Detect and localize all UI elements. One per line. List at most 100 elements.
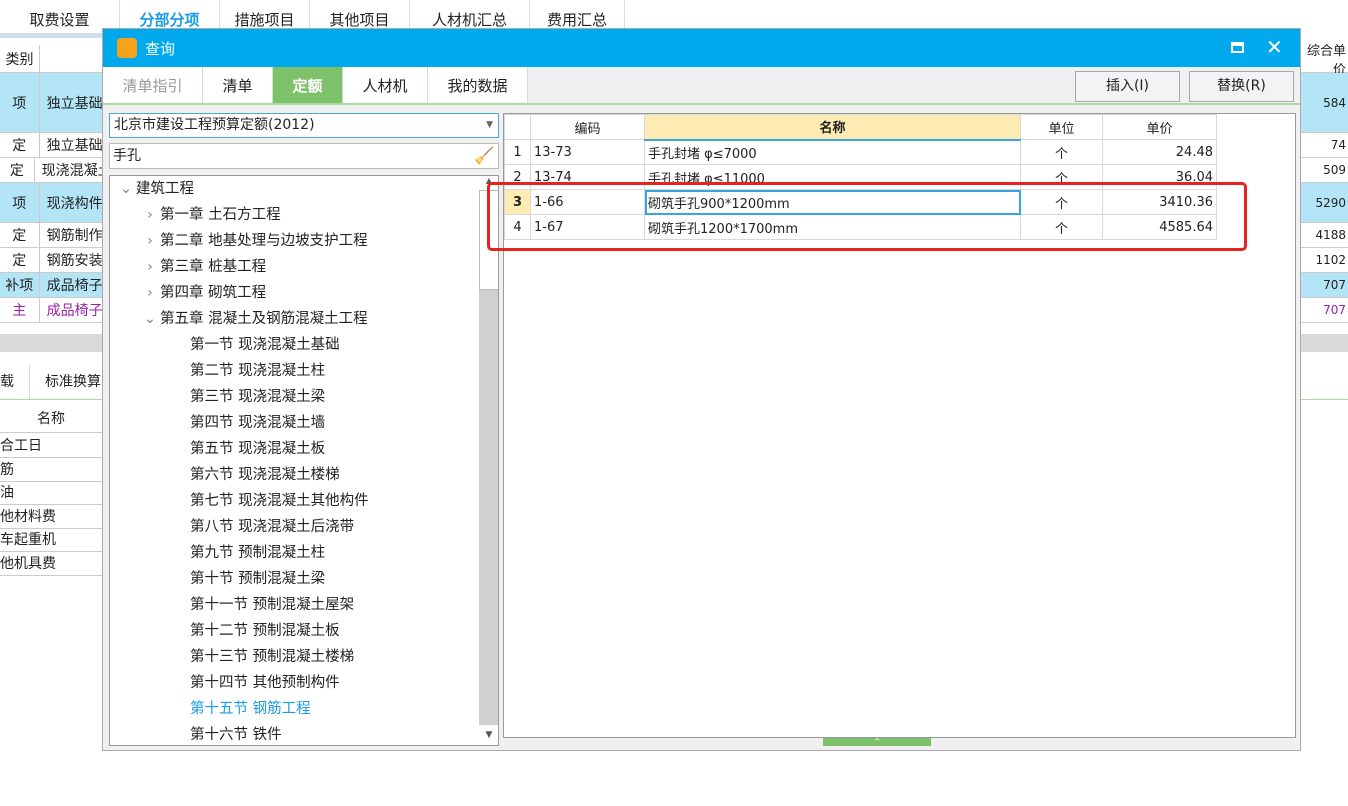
list-item[interactable]: 汽车起重机: [0, 529, 102, 552]
tree-node[interactable]: 第九节 预制混凝土柱: [190, 540, 325, 566]
column-header[interactable]: 编码: [530, 114, 645, 140]
column-header: 综合单价: [1300, 44, 1348, 78]
search-input[interactable]: 手孔 🧹: [109, 143, 499, 169]
chevron-down-icon[interactable]: ⌄: [140, 306, 160, 332]
maximize-icon[interactable]: [1231, 42, 1244, 53]
row-name: 成品椅子: [46, 278, 102, 294]
tree-node[interactable]: 第八节 现浇混凝土后浇带: [190, 514, 354, 540]
tab-1[interactable]: 清单: [203, 67, 273, 103]
dialog-title-bar[interactable]: 查询 ✕: [103, 29, 1300, 67]
replace-button[interactable]: 替换(R): [1189, 71, 1294, 102]
chevron-right-icon[interactable]: ›: [140, 280, 160, 306]
row-name: 现浇混凝土: [41, 163, 102, 179]
table-row[interactable]: 定钢筋安装: [0, 248, 102, 273]
clear-broom-icon[interactable]: 🧹: [474, 144, 494, 168]
close-icon[interactable]: ✕: [1266, 35, 1283, 59]
table-row[interactable]: 定钢筋制作: [0, 223, 102, 248]
row-price: 4188: [1300, 223, 1348, 248]
scroll-down-icon[interactable]: ▼: [479, 725, 498, 745]
column-header[interactable]: 名称: [644, 114, 1021, 141]
row-type: 定: [0, 223, 40, 247]
tree-node[interactable]: 第三节 现浇混凝土梁: [190, 384, 325, 410]
chevron-right-icon[interactable]: ›: [140, 228, 160, 254]
tree-node[interactable]: 第一节 现浇混凝土基础: [190, 332, 340, 358]
list-item[interactable]: 综合工日: [0, 435, 102, 458]
category-tree: ⌄ 建筑工程 › 第一章 土石方工程 › 第二章 地基处理与边坡支护工程 › 第三章 桩基工程…: [109, 175, 499, 746]
tree-node[interactable]: 第五节 现浇混凝土板: [190, 436, 325, 462]
tab-0[interactable]: 清单指引: [103, 67, 203, 103]
unit-cell: 个: [1020, 139, 1103, 165]
column-header: 名称: [0, 405, 102, 433]
list-item[interactable]: 柴油: [0, 482, 102, 505]
tree-node[interactable]: 第十六节 铁件: [190, 722, 282, 745]
insert-button[interactable]: 插入(I): [1075, 71, 1180, 102]
tree-node[interactable]: ⌄ 建筑工程: [116, 176, 194, 202]
tree-node-label: 第八节 现浇混凝土后浇带: [190, 519, 355, 535]
row-price: 1102: [1300, 248, 1348, 273]
highlight-box: [487, 182, 1247, 251]
tab-3[interactable]: 人材机: [343, 67, 428, 103]
tree-node-label: 第十二节 预制混凝土板: [190, 623, 340, 639]
chevron-right-icon[interactable]: ›: [140, 202, 160, 228]
tree-node[interactable]: 第四节 现浇混凝土墙: [190, 410, 325, 436]
tree-node[interactable]: 第二节 现浇混凝土柱: [190, 358, 325, 384]
tree-node-label: 第五节 现浇混凝土板: [190, 441, 326, 457]
tree-node[interactable]: 第十一节 预制混凝土屋架: [190, 592, 354, 618]
tree-node[interactable]: › 第三章 桩基工程: [140, 254, 266, 280]
tree-scrollbar[interactable]: ▲ ▼: [479, 176, 498, 745]
table-row[interactable]: 主成品椅子: [0, 298, 102, 323]
row-name: 钢筋制作: [46, 228, 102, 244]
row-name: 成品椅子: [46, 303, 102, 319]
query-dialog: 查询 ✕ 清单指引 清单 定额 人材机 我的数据 插入(I) 替换(R) 北京市建设工程…: [102, 28, 1301, 751]
tree-node-label: 第十三节 预制混凝土楼梯: [190, 649, 355, 665]
tree-node-label: 第三章 桩基工程: [160, 259, 267, 275]
tree-node-label: 第一节 现浇混凝土基础: [190, 337, 340, 353]
grid-row[interactable]: 1 13-73 手孔封堵 φ≤7000 个 24.48: [504, 139, 1217, 165]
row-number: 1: [504, 139, 531, 165]
tree-node-label: 第七节 现浇混凝土其他构件: [190, 493, 369, 509]
quota-select[interactable]: 北京市建设工程预算定额(2012) ▼: [109, 113, 499, 138]
tree-node-label: 建筑工程: [136, 181, 194, 197]
lower-tab[interactable]: 载: [0, 365, 30, 400]
tree-node[interactable]: 第十三节 预制混凝土楼梯: [190, 644, 354, 670]
tree-node[interactable]: 第十节 预制混凝土梁: [190, 566, 325, 592]
list-item[interactable]: 其他材料费: [0, 506, 102, 529]
tree-node[interactable]: › 第四章 砌筑工程: [140, 280, 266, 306]
list-item[interactable]: 钢筋: [0, 459, 102, 482]
tree-node-label: 第六节 现浇混凝土楼梯: [190, 467, 340, 483]
table-row[interactable]: 项独立基础: [0, 73, 102, 133]
tree-node[interactable]: 第十四节 其他预制构件: [190, 670, 340, 696]
list-item[interactable]: 其他机具费: [0, 553, 102, 576]
chevron-right-icon[interactable]: ›: [140, 254, 160, 280]
table-row[interactable]: 定现浇混凝土: [0, 158, 102, 183]
corner-cell: [504, 114, 531, 140]
tree-node[interactable]: 第七节 现浇混凝土其他构件: [190, 488, 369, 514]
tree-node-label: 第二节 现浇混凝土柱: [190, 363, 326, 379]
row-type: 定: [0, 248, 40, 272]
quota-select-value: 北京市建设工程预算定额(2012): [114, 117, 315, 133]
expand-panel-handle[interactable]: ^: [823, 738, 931, 746]
table-row[interactable]: 定独立基础: [0, 133, 102, 158]
divider: [0, 33, 102, 38]
row-price: 584: [1300, 73, 1348, 133]
tree-node[interactable]: 第十五节 钢筋工程: [190, 696, 311, 722]
tree-node[interactable]: 第六节 现浇混凝土楼梯: [190, 462, 340, 488]
tree-node[interactable]: › 第二章 地基处理与边坡支护工程: [140, 228, 368, 254]
tree-node-label: 第二章 地基处理与边坡支护工程: [160, 233, 368, 249]
chevron-down-icon[interactable]: ⌄: [116, 176, 136, 202]
tree-node[interactable]: › 第一章 土石方工程: [140, 202, 281, 228]
column-header[interactable]: 单位: [1020, 114, 1103, 140]
tab-2[interactable]: 定额: [273, 67, 343, 103]
dialog-title: 查询: [145, 39, 176, 58]
table-row[interactable]: 补项 成品椅子: [0, 273, 102, 298]
tree-node[interactable]: ⌄ 第五章 混凝土及钢筋混凝土工程: [140, 306, 368, 332]
column-header[interactable]: 单价: [1102, 114, 1217, 140]
tree-node[interactable]: 第十二节 预制混凝土板: [190, 618, 340, 644]
tree-node-label: 第十四节 其他预制构件: [190, 675, 340, 691]
tree-node-label: 第四章 砌筑工程: [160, 285, 267, 301]
tab-4[interactable]: 我的数据: [428, 67, 528, 103]
row-type: 主: [0, 298, 40, 322]
tree-node-label: 第十六节 铁件: [190, 727, 282, 743]
table-row[interactable]: 项现浇构件: [0, 183, 102, 223]
row-type: 项: [0, 73, 40, 132]
